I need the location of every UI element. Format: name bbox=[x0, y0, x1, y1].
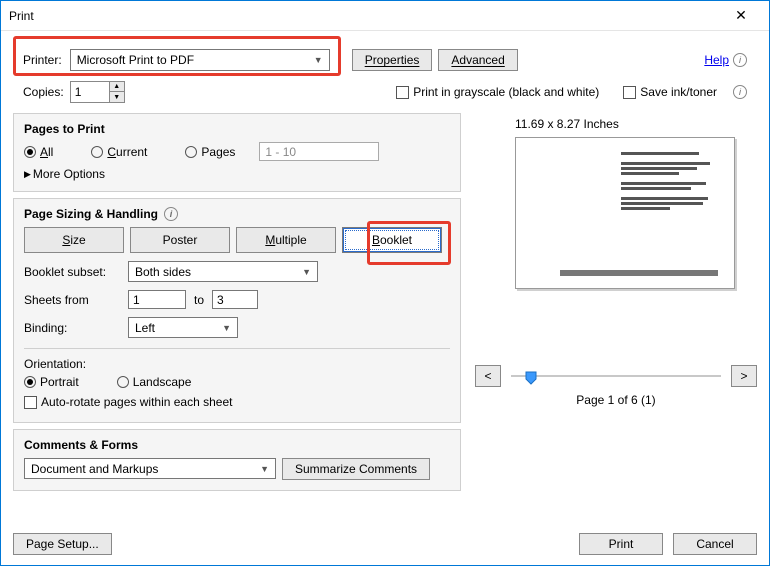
checkbox-box bbox=[623, 86, 636, 99]
print-button[interactable]: Print bbox=[579, 533, 663, 555]
spinner-up-icon[interactable]: ▲ bbox=[110, 82, 124, 92]
binding-label: Binding: bbox=[24, 321, 120, 335]
nav-prev-button[interactable]: < bbox=[475, 365, 501, 387]
chevron-down-icon: ▼ bbox=[260, 464, 269, 474]
booklet-subset-label: Booklet subset: bbox=[24, 265, 120, 279]
printer-value: Microsoft Print to PDF bbox=[77, 53, 194, 67]
checkbox-box bbox=[396, 86, 409, 99]
chevron-right-icon: > bbox=[740, 369, 747, 383]
pages-radio[interactable]: Pages bbox=[185, 145, 235, 159]
properties-button[interactable]: Properties bbox=[352, 49, 433, 71]
triangle-right-icon: ▶ bbox=[24, 169, 31, 180]
chevron-down-icon: ▼ bbox=[314, 55, 323, 65]
slider-thumb-icon[interactable] bbox=[525, 371, 537, 385]
orientation-title: Orientation: bbox=[24, 357, 450, 371]
sheets-from-input[interactable]: 1 bbox=[128, 290, 186, 309]
portrait-radio[interactable]: Portrait bbox=[24, 375, 79, 389]
close-button[interactable]: ✕ bbox=[721, 2, 761, 30]
advanced-button[interactable]: Advanced bbox=[438, 49, 517, 71]
multiple-tab[interactable]: Multiple bbox=[236, 227, 336, 253]
close-icon: ✕ bbox=[735, 7, 747, 24]
page-setup-button[interactable]: Page Setup... bbox=[13, 533, 112, 555]
preview-page bbox=[515, 137, 735, 289]
printer-select[interactable]: Microsoft Print to PDF ▼ bbox=[70, 49, 330, 71]
grayscale-checkbox[interactable]: Print in grayscale (black and white) bbox=[396, 85, 599, 99]
preview-panel: 11.69 x 8.27 Inches bbox=[469, 113, 757, 491]
spinner-down-icon[interactable]: ▼ bbox=[110, 92, 124, 102]
printer-label: Printer: bbox=[23, 53, 62, 67]
title-bar: Print ✕ bbox=[1, 1, 769, 31]
more-options-toggle[interactable]: ▶ More Options bbox=[24, 167, 450, 181]
comments-group: Comments & Forms Document and Markups ▼ … bbox=[13, 429, 461, 491]
comments-title: Comments & Forms bbox=[24, 438, 450, 452]
cancel-button[interactable]: Cancel bbox=[673, 533, 757, 555]
to-label: to bbox=[194, 293, 204, 307]
sizing-group: Page Sizing & Handling i Size Poster Mul… bbox=[13, 198, 461, 423]
nav-next-button[interactable]: > bbox=[731, 365, 757, 387]
chevron-down-icon: ▼ bbox=[222, 323, 231, 333]
copies-label: Copies: bbox=[23, 85, 64, 99]
autorotate-checkbox[interactable]: Auto-rotate pages within each sheet bbox=[24, 395, 232, 409]
info-icon: i bbox=[164, 207, 178, 221]
all-radio[interactable]: All bbox=[24, 145, 53, 159]
booklet-subset-select[interactable]: Both sides ▼ bbox=[128, 261, 318, 282]
sheets-to-input[interactable]: 3 bbox=[212, 290, 258, 309]
copies-spinner[interactable]: ▲ ▼ bbox=[70, 81, 125, 103]
size-tab[interactable]: Size bbox=[24, 227, 124, 253]
save-ink-checkbox[interactable]: Save ink/toner bbox=[623, 85, 717, 99]
info-icon: i bbox=[733, 85, 747, 99]
chevron-down-icon: ▼ bbox=[302, 267, 311, 277]
pages-range-input[interactable]: 1 - 10 bbox=[259, 142, 379, 161]
page-indicator: Page 1 of 6 (1) bbox=[475, 393, 757, 407]
window-title: Print bbox=[9, 9, 34, 23]
booklet-tab[interactable]: Booklet bbox=[342, 227, 442, 253]
pages-title: Pages to Print bbox=[24, 122, 450, 136]
page-slider[interactable] bbox=[511, 369, 721, 383]
binding-select[interactable]: Left ▼ bbox=[128, 317, 238, 338]
current-radio[interactable]: Current bbox=[91, 145, 147, 159]
help-link[interactable]: Help bbox=[704, 53, 729, 67]
comments-select[interactable]: Document and Markups ▼ bbox=[24, 458, 276, 479]
poster-tab[interactable]: Poster bbox=[130, 227, 230, 253]
info-icon: i bbox=[733, 53, 747, 67]
summarize-comments-button[interactable]: Summarize Comments bbox=[282, 458, 430, 480]
sizing-title: Page Sizing & Handling bbox=[24, 207, 158, 221]
chevron-left-icon: < bbox=[484, 369, 491, 383]
preview-dimensions: 11.69 x 8.27 Inches bbox=[515, 117, 757, 131]
landscape-radio[interactable]: Landscape bbox=[117, 375, 192, 389]
spinner-buttons[interactable]: ▲ ▼ bbox=[109, 82, 124, 102]
copies-input[interactable] bbox=[71, 83, 109, 101]
sheets-from-label: Sheets from bbox=[24, 293, 120, 307]
pages-to-print-group: Pages to Print All Current Pages bbox=[13, 113, 461, 192]
